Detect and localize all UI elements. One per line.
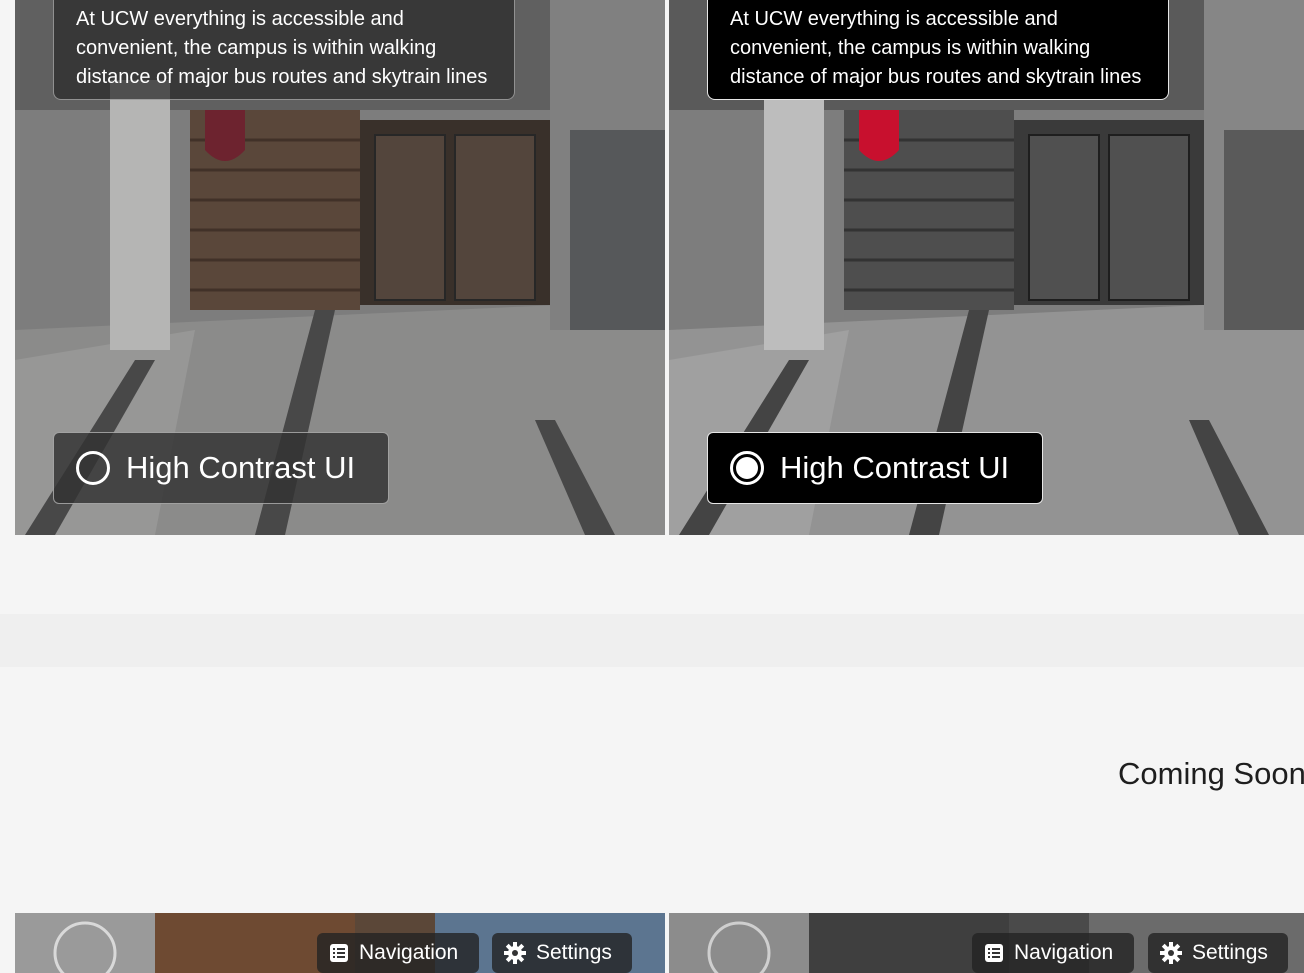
gear-icon — [1160, 942, 1182, 964]
high-contrast-toggle[interactable]: High Contrast UI — [707, 432, 1043, 504]
settings-label: Settings — [1192, 941, 1268, 964]
caption-box: At UCW everything is accessible and conv… — [707, 0, 1169, 100]
list-icon — [330, 944, 348, 962]
high-contrast-toggle[interactable]: High Contrast UI — [53, 432, 389, 504]
radio-unchecked-icon[interactable] — [76, 451, 110, 485]
settings-button[interactable]: Settings — [1148, 933, 1288, 973]
caption-box: At UCW everything is accessible and conv… — [53, 0, 515, 100]
preview-high-contrast-toolbar: Navigation Settings — [669, 913, 1304, 973]
settings-label: Settings — [536, 941, 612, 964]
navigation-button[interactable]: Navigation — [972, 933, 1134, 973]
coming-soon-heading: Coming Soon — [1118, 756, 1304, 791]
high-contrast-label: High Contrast UI — [780, 450, 1010, 485]
navigation-button[interactable]: Navigation — [317, 933, 479, 973]
settings-button[interactable]: Settings — [492, 933, 632, 973]
gear-icon — [504, 942, 526, 964]
navigation-label: Navigation — [1014, 941, 1114, 964]
preview-standard-ui: At UCW everything is accessible and conv… — [15, 0, 665, 535]
radio-checked-icon[interactable] — [730, 451, 764, 485]
preview-high-contrast-ui: At UCW everything is accessible and conv… — [669, 0, 1304, 535]
section-divider-band — [0, 614, 1304, 667]
navigation-label: Navigation — [359, 941, 459, 964]
list-icon — [985, 944, 1003, 962]
high-contrast-label: High Contrast UI — [126, 450, 356, 485]
preview-standard-toolbar: Navigation Settings — [15, 913, 665, 973]
